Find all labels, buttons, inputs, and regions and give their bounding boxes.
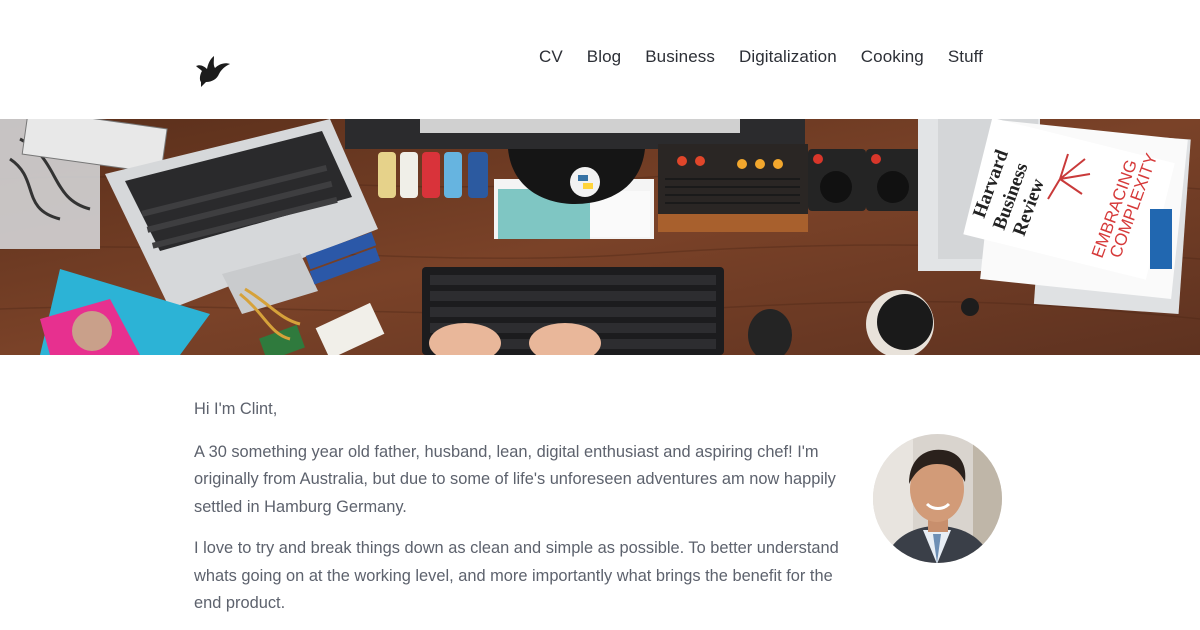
hbr-magazine: Harvard Business Review EMBRACING COMPLE… [963, 119, 1188, 300]
keyboard [422, 267, 724, 355]
atari-console [658, 144, 808, 232]
intro-paragraph-2: I love to try and break things down as c… [194, 539, 839, 612]
nav-blog[interactable]: Blog [587, 46, 621, 68]
desk-workspace-image: Harvard Business Review EMBRACING COMPLE… [0, 119, 1200, 355]
nav-business[interactable]: Business [645, 46, 715, 68]
nav-digitalization[interactable]: Digitalization [739, 46, 837, 68]
intro-paragraph-1: A 30 something year old father, husband,… [194, 442, 836, 516]
hero-banner: Harvard Business Review EMBRACING COMPLE… [0, 119, 1200, 355]
intro-section: Hi I'm Clint, A 30 something year old fa… [194, 396, 864, 618]
profile-photo [873, 434, 1002, 563]
coffee-cup [866, 290, 934, 355]
intro-greeting: Hi I'm Clint, [194, 400, 278, 418]
nav-cv[interactable]: CV [539, 46, 563, 68]
nav-stuff[interactable]: Stuff [948, 46, 983, 68]
site-header: CV Blog Business Digitalization Cooking … [0, 0, 1200, 119]
bird-logo-icon[interactable] [192, 52, 232, 90]
main-nav: CV Blog Business Digitalization Cooking … [539, 46, 983, 68]
joysticks [808, 149, 924, 211]
nav-cooking[interactable]: Cooking [861, 46, 924, 68]
toy-cars [378, 152, 488, 198]
